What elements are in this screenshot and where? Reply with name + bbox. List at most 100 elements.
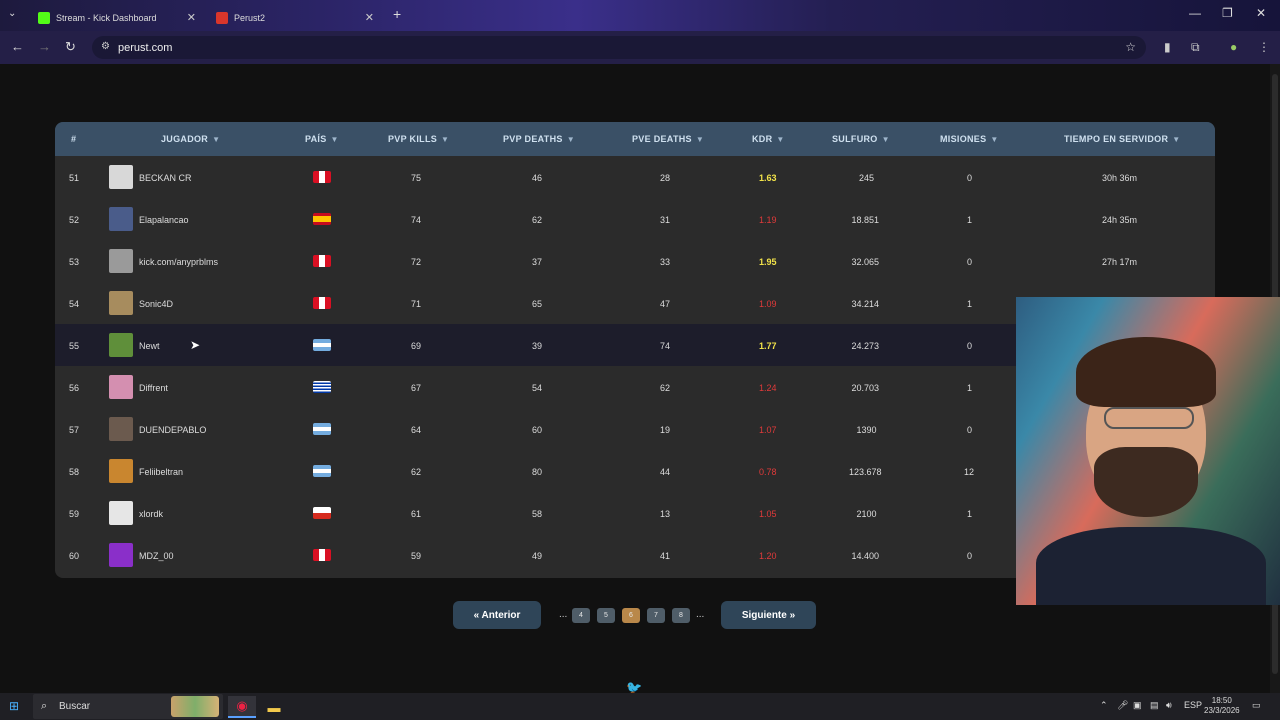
search-highlight-image xyxy=(171,696,219,717)
back-icon[interactable]: ← xyxy=(11,39,24,54)
site-info-icon[interactable]: ⚙ xyxy=(101,41,110,52)
display-icon[interactable]: ▣ xyxy=(1133,700,1142,711)
pvp-deaths-cell: 80 xyxy=(532,467,543,477)
player-name-cell[interactable]: DUENDEPABLO xyxy=(139,425,206,435)
misiones-cell: 1 xyxy=(967,509,973,519)
taskbar-clock[interactable]: 18:50 23/3/2026 xyxy=(1204,696,1240,716)
pvp-kills-cell: 75 xyxy=(411,173,422,183)
file-explorer-taskbar-icon[interactable]: ▬ xyxy=(260,696,288,718)
peru-flag-icon xyxy=(313,255,331,267)
col-header-tiempo[interactable]: TIEMPO EN SERVIDOR ▼ xyxy=(1064,134,1180,144)
forward-icon[interactable]: → xyxy=(38,39,51,54)
col-header-misiones[interactable]: MISIONES ▼ xyxy=(940,134,999,144)
network-icon[interactable]: ▤ xyxy=(1150,700,1159,711)
col-header-kdr[interactable]: KDR ▼ xyxy=(752,134,785,144)
player-name-cell[interactable]: xlordk xyxy=(139,509,163,519)
page-4-button[interactable]: 4 xyxy=(572,608,590,623)
col-header-player[interactable]: JUGADOR ▼ xyxy=(161,134,220,144)
sulfuro-cell: 1390 xyxy=(856,425,877,435)
chrome-taskbar-icon[interactable]: ◉ xyxy=(228,696,256,718)
peru-flag-icon xyxy=(313,549,331,561)
player-name-cell[interactable]: Elapalancao xyxy=(139,215,189,225)
menu-kebab-icon[interactable]: ⋮ xyxy=(1258,40,1270,54)
page-8-button[interactable]: 8 xyxy=(672,608,690,623)
window-close-icon[interactable]: ✕ xyxy=(1256,6,1266,20)
kdr-cell: 1.05 xyxy=(759,509,777,519)
extensions-puzzle-icon[interactable]: ⧉ xyxy=(1191,40,1200,55)
volume-icon[interactable]: 🔊︎ xyxy=(1166,700,1172,711)
browser-tab-bar: ⌄ Stream - Kick Dashboard ✕ Perust2 ✕ + … xyxy=(0,0,1280,31)
col-header-pvp-kills[interactable]: PVP KILLS ▼ xyxy=(388,134,449,144)
sort-caret-icon: ▼ xyxy=(566,135,575,144)
rank-cell: 59 xyxy=(69,509,80,519)
tab-close-icon[interactable]: ✕ xyxy=(365,11,374,24)
rank-cell: 60 xyxy=(69,551,80,561)
col-header-country[interactable]: PAÍS ▼ xyxy=(305,134,339,144)
pagination-ellipsis: ... xyxy=(559,609,568,620)
col-header-pve-deaths[interactable]: PVE DEATHS ▼ xyxy=(632,134,704,144)
clock-date: 23/3/2026 xyxy=(1204,706,1240,715)
sulfuro-cell: 32.065 xyxy=(851,257,880,267)
col-header-pvp-deaths[interactable]: PVP DEATHS ▼ xyxy=(503,134,575,144)
chile-flag-icon xyxy=(313,507,331,519)
restore-icon[interactable]: ❐ xyxy=(1222,6,1233,20)
tray-chevron-icon[interactable]: ⌃ xyxy=(1100,700,1108,711)
table-row[interactable]: 52 Elapalancao 74 62 31 1.19 18.851 1 24h 35m xyxy=(55,198,1215,240)
table-row[interactable]: 53 kick.com/anyprblms 72 37 33 1.95 32.065 0 27h… xyxy=(55,240,1215,282)
pagination: « Anterior ... 4 5 6 7 8 ... Siguiente » xyxy=(0,601,1270,631)
page-5-button[interactable]: 5 xyxy=(597,608,615,623)
page-7-button[interactable]: 7 xyxy=(647,608,665,623)
reload-icon[interactable]: ↻ xyxy=(65,39,76,55)
tiempo-cell: 30h 36m xyxy=(1102,173,1138,183)
player-name-cell[interactable]: kick.com/anyprblms xyxy=(139,257,218,267)
mouse-cursor-icon: ➤ xyxy=(190,338,201,352)
new-tab-icon[interactable]: + xyxy=(393,6,401,22)
tab-kick-dashboard[interactable]: Stream - Kick Dashboard ✕ xyxy=(28,4,206,31)
sort-caret-icon: ▼ xyxy=(441,135,450,144)
address-bar-row: ← → ↻ ⚙ perust.com ☆ xyxy=(0,31,1280,64)
player-name-cell[interactable]: BECKAN CR xyxy=(139,173,192,183)
pve-deaths-cell: 44 xyxy=(660,467,671,477)
player-name-cell[interactable]: Sonic4D xyxy=(139,299,173,309)
tab-search-chevron-icon[interactable]: ⌄ xyxy=(8,8,16,19)
argentina-flag-icon xyxy=(313,423,331,435)
language-indicator[interactable]: ESP xyxy=(1184,700,1202,710)
pve-deaths-cell: 62 xyxy=(660,383,671,393)
bookmark-star-icon[interactable]: ☆ xyxy=(1125,40,1136,54)
tiempo-cell: 24h 35m xyxy=(1102,215,1138,225)
kdr-cell: 1.09 xyxy=(759,299,777,309)
notification-icon[interactable]: ▭ xyxy=(1252,700,1261,711)
pve-deaths-cell: 47 xyxy=(660,299,671,309)
tab-perust2[interactable]: Perust2 ✕ xyxy=(206,4,384,31)
url-text: perust.com xyxy=(118,41,173,54)
next-page-button[interactable]: Siguiente » xyxy=(721,601,816,629)
misiones-cell: 0 xyxy=(967,551,973,561)
pve-deaths-cell: 19 xyxy=(660,425,671,435)
minimize-icon[interactable]: — xyxy=(1189,6,1201,20)
microphone-icon[interactable]: 🎤︎ xyxy=(1117,700,1128,711)
player-avatar xyxy=(109,249,133,273)
player-avatar xyxy=(109,459,133,483)
pvp-deaths-cell: 58 xyxy=(532,509,543,519)
table-row[interactable]: 51 BECKAN CR 75 46 28 1.63 245 0 30h 36m xyxy=(55,156,1215,198)
profile-avatar-icon[interactable]: ● xyxy=(1230,40,1237,54)
prev-page-button[interactable]: « Anterior xyxy=(453,601,541,629)
misiones-cell: 0 xyxy=(967,341,973,351)
url-field[interactable]: ⚙ perust.com ☆ xyxy=(92,36,1146,59)
player-name-cell[interactable]: Feliibeltran xyxy=(139,467,183,477)
taskbar-search[interactable]: ⌕ Buscar xyxy=(33,694,223,719)
kdr-cell: 1.20 xyxy=(759,551,777,561)
player-avatar xyxy=(109,291,133,315)
perust-favicon-icon xyxy=(216,11,228,24)
sort-caret-icon: ▼ xyxy=(881,135,890,144)
sort-caret-icon: ▼ xyxy=(990,135,999,144)
player-name-cell[interactable]: MDZ_00 xyxy=(139,551,174,561)
col-header-sulfuro[interactable]: SULFURO ▼ xyxy=(832,134,890,144)
tab-close-icon[interactable]: ✕ xyxy=(187,11,196,24)
player-name-cell[interactable]: Diffrent xyxy=(139,383,168,393)
player-name-cell[interactable]: Newt xyxy=(139,341,160,351)
extension-icon[interactable]: ▮ xyxy=(1164,40,1171,54)
page-6-button[interactable]: 6 xyxy=(622,608,640,623)
pvp-kills-cell: 61 xyxy=(411,509,422,519)
windows-start-icon[interactable]: ⊞ xyxy=(9,699,19,713)
